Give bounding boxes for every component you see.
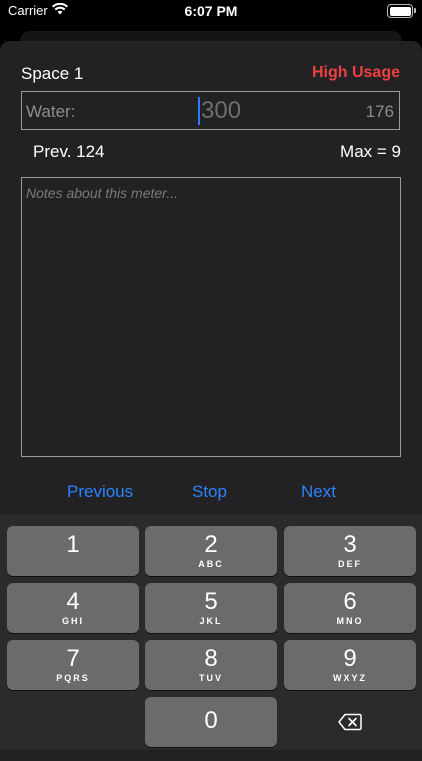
numeric-keypad: 1 2 ABC 3 DEF 4 GHI 5 JKL 6 MNO 7 PQRS 8… bbox=[0, 515, 422, 750]
key-letters: DEF bbox=[338, 559, 362, 569]
key-6[interactable]: 6 MNO bbox=[284, 583, 416, 633]
key-letters: PQRS bbox=[56, 673, 90, 683]
space-name: Space 1 bbox=[21, 64, 84, 83]
reading-input[interactable] bbox=[199, 94, 321, 128]
key-1[interactable]: 1 bbox=[7, 526, 139, 576]
key-8[interactable]: 8 TUV bbox=[145, 640, 277, 690]
backspace-icon bbox=[338, 713, 362, 731]
key-digit: 7 bbox=[66, 645, 80, 672]
delete-key[interactable] bbox=[284, 697, 416, 747]
key-digit: 2 bbox=[204, 531, 218, 558]
key-digit: 9 bbox=[343, 645, 357, 672]
status-bar: Carrier 6:07 PM bbox=[0, 0, 422, 26]
stop-button[interactable]: Stop bbox=[192, 482, 227, 502]
key-digit: 0 bbox=[204, 707, 218, 734]
high-usage-badge: High Usage bbox=[311, 64, 400, 81]
key-2[interactable]: 2 ABC bbox=[145, 526, 277, 576]
key-7[interactable]: 7 PQRS bbox=[7, 640, 139, 690]
key-letters: JKL bbox=[199, 616, 223, 626]
key-digit: 8 bbox=[204, 645, 218, 672]
expected-reading: 176 bbox=[365, 102, 394, 121]
key-letters: GHI bbox=[61, 616, 84, 626]
key-letters: MNO bbox=[336, 616, 364, 626]
key-digit: 6 bbox=[343, 588, 357, 615]
key-9[interactable]: 9 WXYZ bbox=[284, 640, 416, 690]
key-4[interactable]: 4 GHI bbox=[7, 583, 139, 633]
key-digit: 4 bbox=[66, 588, 80, 615]
next-button[interactable]: Next bbox=[301, 482, 336, 502]
key-digit: 5 bbox=[204, 588, 218, 615]
previous-button[interactable]: Previous bbox=[67, 482, 133, 502]
key-letters: WXYZ bbox=[333, 673, 367, 683]
key-0[interactable]: 0 bbox=[145, 697, 277, 747]
clock: 6:07 PM bbox=[184, 3, 238, 19]
key-digit: 1 bbox=[66, 531, 80, 558]
key-letters: TUV bbox=[199, 673, 223, 683]
notes-input[interactable] bbox=[21, 177, 401, 457]
key-digit: 3 bbox=[343, 531, 357, 558]
reading-label: Water: bbox=[26, 102, 76, 121]
battery-icon bbox=[387, 4, 416, 18]
reading-field[interactable]: Water: 176 bbox=[21, 91, 400, 130]
key-letters: ABC bbox=[198, 559, 224, 569]
key-3[interactable]: 3 DEF bbox=[284, 526, 416, 576]
max-value: Max = 9 bbox=[340, 142, 401, 161]
previous-reading: Prev. 124 bbox=[33, 142, 105, 161]
key-5[interactable]: 5 JKL bbox=[145, 583, 277, 633]
